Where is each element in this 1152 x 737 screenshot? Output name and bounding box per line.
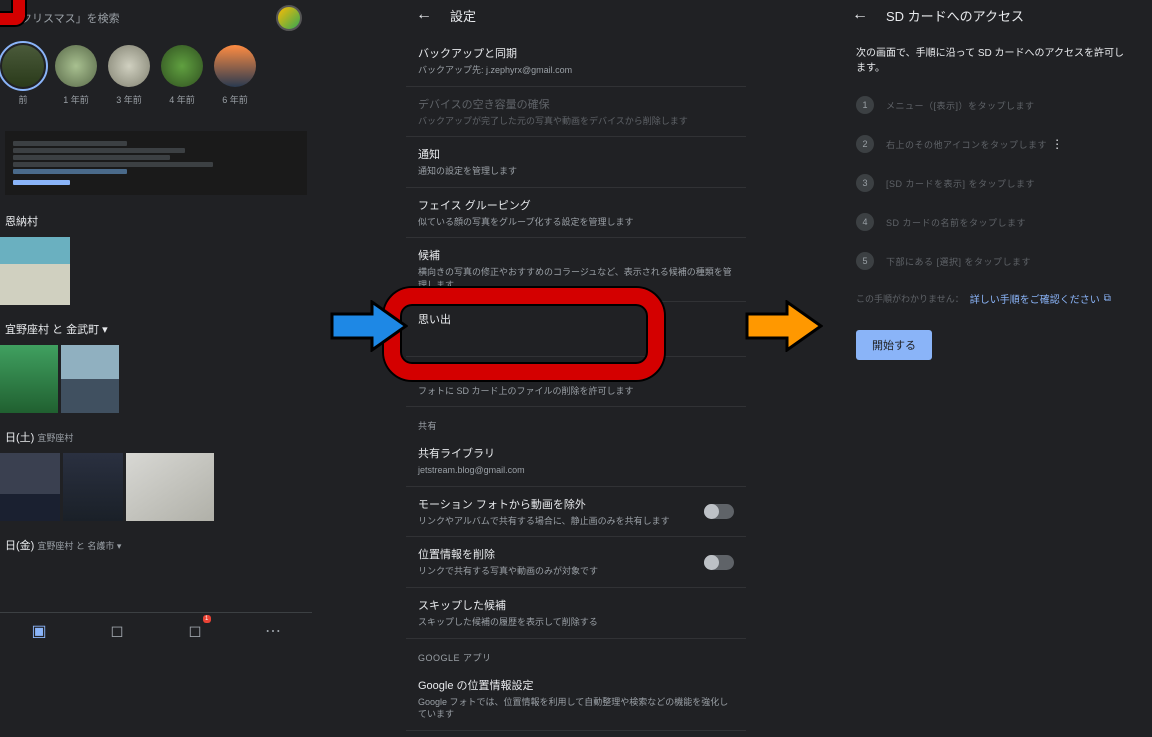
step-5: 5 下部にある [選択] をタップします [856,252,1134,270]
step-2: 2 右上のその他アイコンをタップします⋮ [856,135,1134,153]
location-title[interactable]: 宜野座村 と 金武町 ▾ [0,313,312,345]
settings-panel: ← 設定 バックアップと同期 バックアップ先: j.zephyrx@gmail.… [406,0,746,648]
back-arrow-icon[interactable]: ← [852,6,868,24]
step-text: [SD カードを表示] をタップします [886,177,1035,190]
photo-thumbnail[interactable] [0,237,70,305]
section-header-google: GOOGLE アプリ [406,639,746,668]
back-arrow-icon[interactable]: ← [416,6,432,24]
step-text: 右上のその他アイコンをタップします⋮ [886,137,1064,151]
header: 「クリスマス」を検索 [0,0,312,35]
page-title: SD カードへのアクセス [886,6,1024,25]
photo-feed: 恩納村 宜野座村 と 金武町 ▾ 日(土) 宜野座村 日(金) 宜野座村 と 名… [0,116,312,566]
step-4: 4 SD カードの名前をタップします [856,213,1134,231]
help-row: この手順がわかりません： 詳しい手順をご確認ください ⧉ [856,291,1134,306]
tab-for-you[interactable]: ◻1 [156,613,234,648]
location-title: 恩納村 [0,205,312,237]
story-item[interactable]: 4 年前 [161,45,203,106]
photo-thumbnail[interactable] [63,453,123,521]
setting-google-location[interactable]: Google の位置情報設定 Google フォトでは、位置情報を利用して自動整… [406,668,746,731]
notification-badge: 1 [203,615,211,623]
section-header-share: 共有 [406,407,746,436]
screenshot-thumbnail[interactable] [5,131,307,195]
tab-photos[interactable]: ▣ [0,613,78,648]
setting-motion-photo-exclude[interactable]: モーション フォトから動画を除外 リンクやアルバムで共有する場合に、静止画のみを… [406,487,746,538]
setting-shared-library[interactable]: 共有ライブラリ jetstream.blog@gmail.com [406,436,746,487]
photo-thumbnail[interactable] [61,345,119,413]
date-title: 日(土) 宜野座村 [0,421,312,453]
story-item[interactable]: 1 年前 [55,45,97,106]
setting-skipped-suggestions[interactable]: スキップした候補 スキップした候補の履歴を表示して削除する [406,588,746,639]
step-number: 2 [856,135,874,153]
highlight-ring-menu [0,0,25,25]
stories-row: 前 1 年前 3 年前 4 年前 6 年前 [0,35,312,116]
settings-list: バックアップと同期 バックアップ先: j.zephyrx@gmail.com デ… [406,30,746,737]
story-item[interactable]: 3 年前 [108,45,150,106]
bottom-tabs: ▣ ◻ ◻1 ⋯ [0,612,312,648]
story-item[interactable]: 6 年前 [214,45,256,106]
photo-thumbnail[interactable] [0,345,58,413]
sd-card-access-panel: ← SD カードへのアクセス 次の画面で、手順に沿って SD カードへのアクセス… [838,0,1152,648]
step-number: 4 [856,213,874,231]
intro-text: 次の画面で、手順に沿って SD カードへのアクセスを許可します。 [856,44,1134,74]
header: ← SD カードへのアクセス [838,0,1152,30]
photo-thumbnail[interactable] [126,453,214,521]
story-item[interactable]: 前 [2,45,44,106]
date-title[interactable]: 日(金) 宜野座村 と 名護市 ▾ [0,529,312,561]
tab-sharing[interactable]: ⋯ [234,613,312,648]
step-1: 1 メニュー（[表示]）をタップします [856,96,1134,114]
step-number: 5 [856,252,874,270]
guide-arrow-orange [745,300,823,352]
setting-remove-location[interactable]: 位置情報を削除 リンクで共有する写真や動画のみが対象です [406,537,746,588]
help-link[interactable]: 詳しい手順をご確認ください ⧉ [970,291,1111,306]
more-vert-icon: ⋮ [1051,137,1064,151]
setting-free-up-space: デバイスの空き容量の確保 バックアップが完了した元の写真や動画をデバイスから削除… [406,87,746,138]
step-3: 3 [SD カードを表示] をタップします [856,174,1134,192]
start-button[interactable]: 開始する [856,330,932,360]
help-text: この手順がわかりません： [856,292,964,305]
header: ← 設定 [406,0,746,30]
setting-backup-sync[interactable]: バックアップと同期 バックアップ先: j.zephyrx@gmail.com [406,36,746,87]
setting-notifications[interactable]: 通知 通知の設定を管理します [406,137,746,188]
toggle-switch[interactable] [704,504,734,519]
setting-memories[interactable]: 思い出 [406,302,746,357]
setting-face-grouping[interactable]: フェイス グルーピング 似ている顔の写真をグループ化する設定を管理します [406,188,746,239]
page-title: 設定 [450,6,476,25]
setting-sd-card-access[interactable]: SD カードへのアクセス フォトに SD カード上のファイルの削除を許可します [406,357,746,408]
step-text: 下部にある [選択] をタップします [886,255,1031,268]
step-number: 1 [856,96,874,114]
photos-app-panel: 「クリスマス」を検索 前 1 年前 3 年前 4 年前 6 年前 恩納村 宜野座… [0,0,312,648]
setting-suggestions[interactable]: 候補 横向きの写真の修正やおすすめのコラージュなど、表示される候補の種類を管理し… [406,238,746,301]
step-text: メニュー（[表示]）をタップします [886,99,1035,112]
avatar[interactable] [276,5,302,31]
toggle-switch[interactable] [704,555,734,570]
guide-arrow-blue [330,300,408,352]
search-input[interactable]: 「クリスマス」を検索 [10,10,120,26]
step-text: SD カードの名前をタップします [886,216,1026,229]
open-in-new-icon: ⧉ [1104,293,1111,304]
photo-thumbnail[interactable] [0,453,60,521]
tab-albums[interactable]: ◻ [78,613,156,648]
step-number: 3 [856,174,874,192]
